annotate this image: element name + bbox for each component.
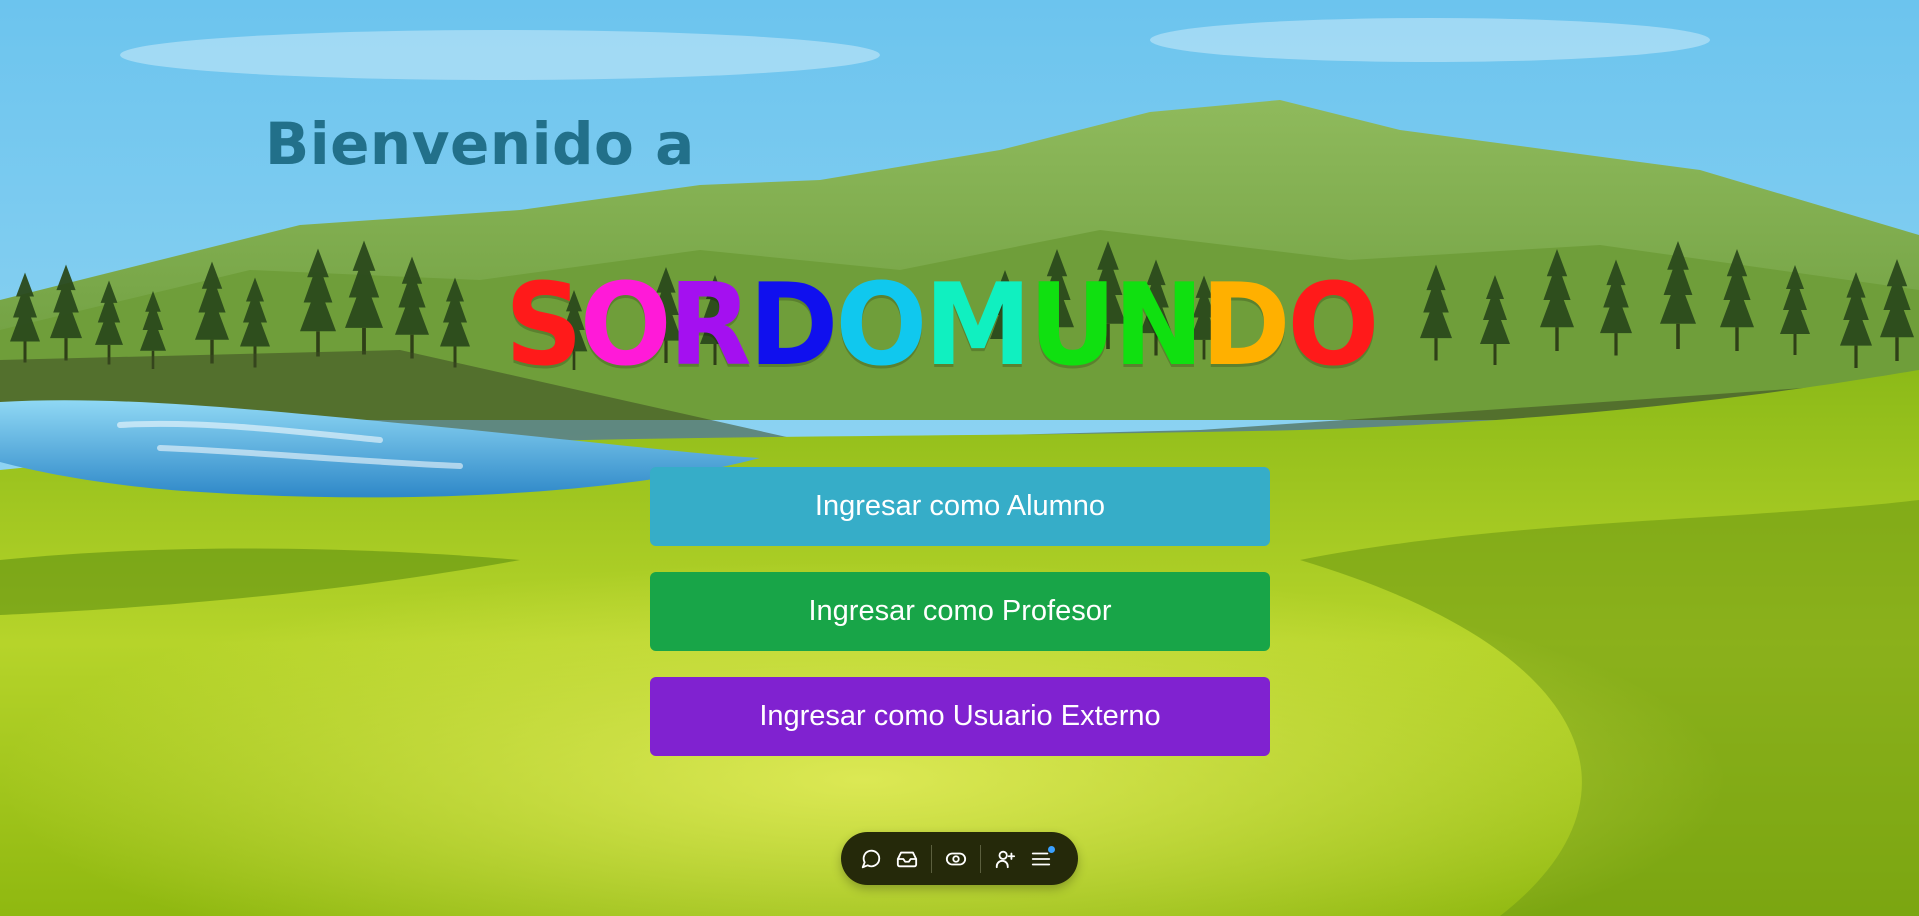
sordomundo-logo: SORDOMUNDO: [505, 259, 1379, 391]
logo-letter: O: [835, 259, 927, 391]
login-external-user-button[interactable]: Ingresar como Usuario Externo: [650, 677, 1270, 756]
logo-letter: R: [668, 259, 752, 391]
logo-letter: U: [1028, 259, 1117, 391]
toolbar-divider: [931, 844, 932, 873]
menu-icon[interactable]: [1023, 841, 1059, 877]
logo-letter: S: [505, 259, 583, 391]
logo-letter: D: [748, 259, 839, 391]
welcome-heading: Bienvenido a: [265, 110, 695, 178]
chat-icon[interactable]: [853, 841, 889, 877]
toolbar-divider: [980, 844, 981, 873]
login-student-button[interactable]: Ingresar como Alumno: [650, 467, 1270, 546]
floating-toolbar: [841, 832, 1078, 885]
logo-letter: M: [924, 259, 1031, 391]
logo-letter: O: [579, 259, 672, 391]
logo-letter: N: [1113, 259, 1203, 391]
logo-letter: D: [1200, 259, 1291, 391]
logo-letter: O: [1287, 259, 1379, 391]
notification-dot: [1048, 845, 1055, 853]
login-teacher-button[interactable]: Ingresar como Profesor: [650, 572, 1270, 651]
add-user-icon[interactable]: [987, 841, 1023, 877]
inbox-icon[interactable]: [889, 841, 925, 877]
eye-icon[interactable]: [938, 841, 974, 877]
